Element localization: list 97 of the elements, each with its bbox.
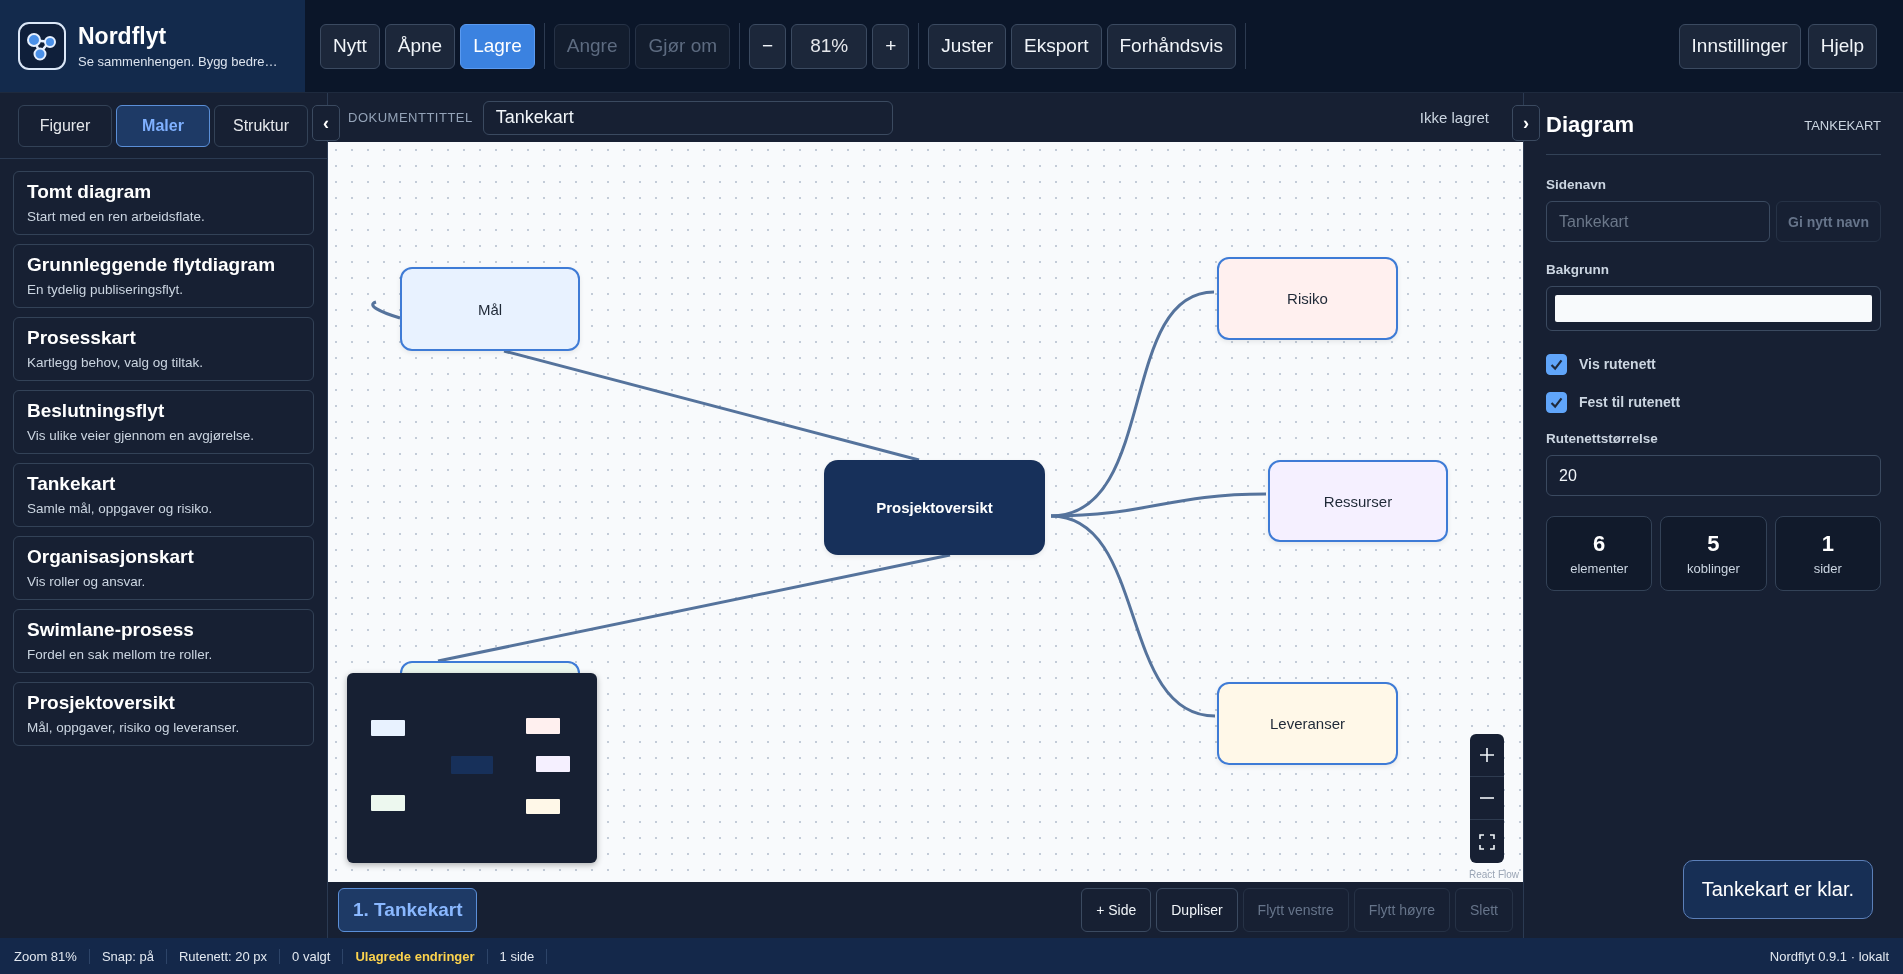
page-tab[interactable]: 1. Tankekart [338, 888, 478, 932]
page-action-button[interactable]: Dupliser [1156, 888, 1238, 932]
grid-size-field[interactable]: 20 [1546, 455, 1881, 496]
connector[interactable] [437, 553, 951, 663]
template-title: Tankekart [27, 473, 117, 495]
connector[interactable] [371, 300, 401, 320]
template-description: Kartlegg behov, valg og tiltak. [27, 355, 205, 370]
document-title-label: DOKUMENTTITTEL [348, 110, 473, 125]
minimap-node [535, 756, 570, 772]
sidebar-tab[interactable]: Struktur [214, 105, 308, 147]
central-node[interactable]: Prosjektoversikt [824, 460, 1045, 555]
diagram-node[interactable]: Risiko [1217, 257, 1398, 340]
template-title: Swimlane-prosess [27, 619, 195, 641]
status-item: Zoom 81% [2, 948, 90, 964]
template-description: En tydelig publiseringsflyt. [27, 282, 185, 297]
fullscreen-icon [1479, 833, 1495, 850]
version-label: Nordflyt 0.9.1 · lokalt [1769, 948, 1890, 964]
template-description: Start med en ren arbeidsflate. [27, 209, 206, 224]
connector[interactable] [503, 349, 920, 462]
template-description: Vis ulike veier gjennom en avgjørelse. [27, 428, 256, 443]
template-card[interactable]: Tomt diagram Start med en ren arbeidsflate. [13, 171, 314, 235]
minus-icon [1479, 797, 1495, 799]
diagram-node[interactable] [400, 661, 580, 673]
template-card[interactable]: Swimlane-prosess Fordel en sak mellom tre roller. [13, 609, 314, 673]
field-label: Sidenavn [1546, 177, 1608, 192]
stat-label: koblinger [1687, 561, 1740, 576]
toolbar-button[interactable]: Juster [928, 23, 1007, 69]
stat-value: 5 [1707, 531, 1720, 557]
template-card[interactable]: Prosjektoversikt Mål, oppgaver, risiko og leveranser. [13, 682, 314, 746]
connector[interactable] [1050, 514, 1216, 718]
template-card[interactable]: Organisasjonskart Vis roller og ansvar. [13, 536, 314, 600]
minimap-node [451, 756, 494, 775]
diagram-node[interactable]: Mål [400, 267, 580, 351]
toolbar-button[interactable]: Nytt [320, 23, 380, 69]
toolbar-button[interactable]: Forhåndsvis [1106, 23, 1236, 69]
stat-label: sider [1813, 561, 1842, 576]
template-title: Prosesskart [27, 327, 137, 349]
template-title: Beslutningsflyt [27, 400, 166, 422]
template-title: Grunnleggende flytdiagram [27, 254, 277, 276]
toolbar-button[interactable]: Innstillinger [1678, 23, 1801, 69]
sidebar-tab[interactable]: Maler [116, 105, 210, 147]
stat-value: 1 [1821, 531, 1834, 557]
status-item: Ulagrede endringer [343, 948, 488, 964]
checkbox[interactable] [1546, 353, 1567, 375]
field-label: Rutenettstørrelse [1546, 431, 1659, 446]
sidebar-tab[interactable]: Figurer [18, 105, 112, 147]
app-tagline: Se sammenhengen. Bygg bedre… [78, 54, 278, 69]
template-card[interactable]: Beslutningsflyt Vis ulike veier gjennom en avgjørelse. [13, 390, 314, 454]
template-description: Samle mål, oppgaver og risiko. [27, 501, 214, 516]
panel-subtitle: TANKEKART [1804, 117, 1881, 133]
template-card[interactable]: Grunnleggende flytdiagram En tydelig publiseringsflyt. [13, 244, 314, 308]
diagram-node[interactable]: Ressurser [1268, 460, 1448, 542]
template-description: Mål, oppgaver, risiko og leveranser. [27, 720, 241, 735]
template-card[interactable]: Prosesskart Kartlegg behov, valg og tiltak. [13, 317, 314, 381]
app-name: Nordflyt [78, 23, 168, 50]
plus-icon [1479, 747, 1495, 763]
stat-label: elementer [1570, 561, 1629, 576]
template-title: Prosjektoversikt [27, 692, 176, 714]
diagram-node[interactable]: Leveranser [1217, 682, 1398, 765]
document-title-field[interactable]: Tankekart [482, 100, 893, 135]
toolbar-button[interactable]: − [749, 23, 787, 69]
minimap[interactable] [347, 673, 597, 863]
collapse-sidebar-button[interactable]: ‹ [312, 105, 340, 141]
color-field[interactable] [1546, 286, 1881, 331]
template-title: Organisasjonskart [27, 546, 195, 568]
stat-value: 6 [1593, 531, 1606, 557]
minimap-node [525, 717, 561, 734]
save-status: Ikke lagret [1419, 109, 1490, 126]
toolbar-button[interactable]: + [872, 23, 910, 69]
diagram-canvas[interactable]: Mål Risiko Prosjektoversikt Ressurser Leveranser React Flow [328, 142, 1523, 882]
logo-icon [18, 22, 66, 70]
toast-message: Tankekart er klar. [1682, 860, 1873, 919]
status-item: 1 side [487, 948, 548, 964]
toolbar-button[interactable]: Hjelp [1807, 23, 1877, 69]
connector[interactable] [1050, 492, 1267, 518]
checkbox-label: Fest til rutenett [1579, 394, 1681, 410]
panel-title: Diagram [1546, 112, 1635, 138]
collapse-panel-button[interactable]: › [1512, 105, 1540, 141]
page-action-button[interactable]: + Side [1081, 888, 1152, 932]
toolbar-button[interactable]: Eksport [1011, 23, 1102, 69]
minimap-node [370, 794, 405, 811]
template-card[interactable]: Tankekart Samle mål, oppgaver og risiko. [13, 463, 314, 527]
toolbar-button[interactable]: Åpne [384, 23, 456, 69]
template-description: Vis roller og ansvar. [27, 574, 147, 589]
status-item: Rutenett: 20 px [166, 948, 281, 964]
toolbar-button[interactable]: Lagre [460, 23, 535, 69]
field-label: Bakgrunn [1546, 262, 1610, 277]
minimap-node [370, 719, 405, 736]
checkbox-label: Vis rutenett [1579, 356, 1656, 372]
checkbox[interactable] [1546, 391, 1567, 413]
status-item: 0 valgt [280, 948, 344, 964]
template-description: Fordel en sak mellom tre roller. [27, 647, 214, 662]
template-title: Tomt diagram [27, 181, 153, 203]
zoom-level: 81% [791, 23, 868, 69]
page-name-field[interactable]: Tankekart [1546, 201, 1770, 242]
status-item: Snap: på [89, 948, 167, 964]
minimap-node [525, 798, 561, 815]
